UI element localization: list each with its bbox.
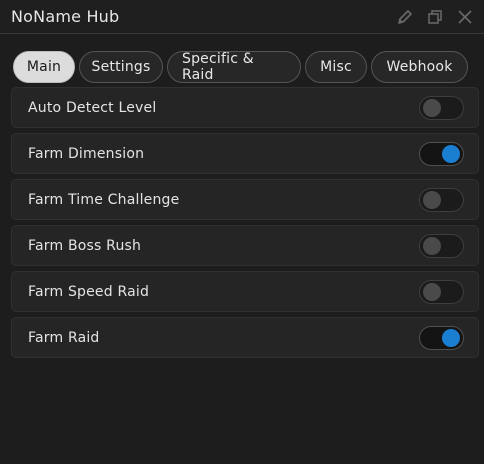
toggle-label: Farm Dimension [28, 145, 145, 162]
toggle-label: Farm Boss Rush [28, 237, 142, 254]
toggle-knob [423, 236, 441, 255]
tab-specific-raid[interactable]: Specific & Raid [167, 51, 301, 83]
toggle-row-farm-speed-raid[interactable]: Farm Speed Raid [11, 271, 479, 312]
farm-raid-toggle[interactable] [419, 325, 464, 350]
toggle-knob [423, 98, 441, 117]
toggle-label: Farm Raid [28, 329, 100, 346]
tab-misc[interactable]: Misc [305, 51, 367, 83]
hub-window: NoName Hub Main Settings Specific & Raid… [0, 0, 484, 464]
toggle-row-farm-dimension[interactable]: Farm Dimension [11, 133, 479, 174]
tab-main[interactable]: Main [13, 51, 75, 83]
toggle-knob [442, 328, 460, 347]
toggle-list: Auto Detect Level Farm Dimension Farm Ti… [0, 44, 484, 358]
titlebar[interactable]: NoName Hub [0, 0, 484, 34]
toggle-row-farm-boss-rush[interactable]: Farm Boss Rush [11, 225, 479, 266]
window-title: NoName Hub [11, 7, 120, 26]
toggle-knob [423, 282, 441, 301]
toggle-row-farm-time-challenge[interactable]: Farm Time Challenge [11, 179, 479, 220]
tab-settings[interactable]: Settings [79, 51, 163, 83]
restore-icon[interactable] [426, 8, 444, 26]
close-icon[interactable] [456, 8, 474, 26]
toggle-knob [442, 144, 460, 163]
pencil-icon[interactable] [396, 8, 414, 26]
toggle-label: Farm Speed Raid [28, 283, 150, 300]
farm-speed-raid-toggle[interactable] [419, 279, 464, 304]
toggle-label: Farm Time Challenge [28, 191, 180, 208]
toggle-row-farm-raid[interactable]: Farm Raid [11, 317, 479, 358]
tab-webhook[interactable]: Webhook [371, 51, 468, 83]
farm-dimension-toggle[interactable] [419, 141, 464, 166]
toggle-knob [423, 190, 441, 209]
toggle-row-auto-detect-level[interactable]: Auto Detect Level [11, 87, 479, 128]
titlebar-controls [396, 8, 474, 26]
toggle-label: Auto Detect Level [28, 99, 157, 116]
auto-detect-level-toggle[interactable] [419, 95, 464, 120]
farm-time-challenge-toggle[interactable] [419, 187, 464, 212]
farm-boss-rush-toggle[interactable] [419, 233, 464, 258]
